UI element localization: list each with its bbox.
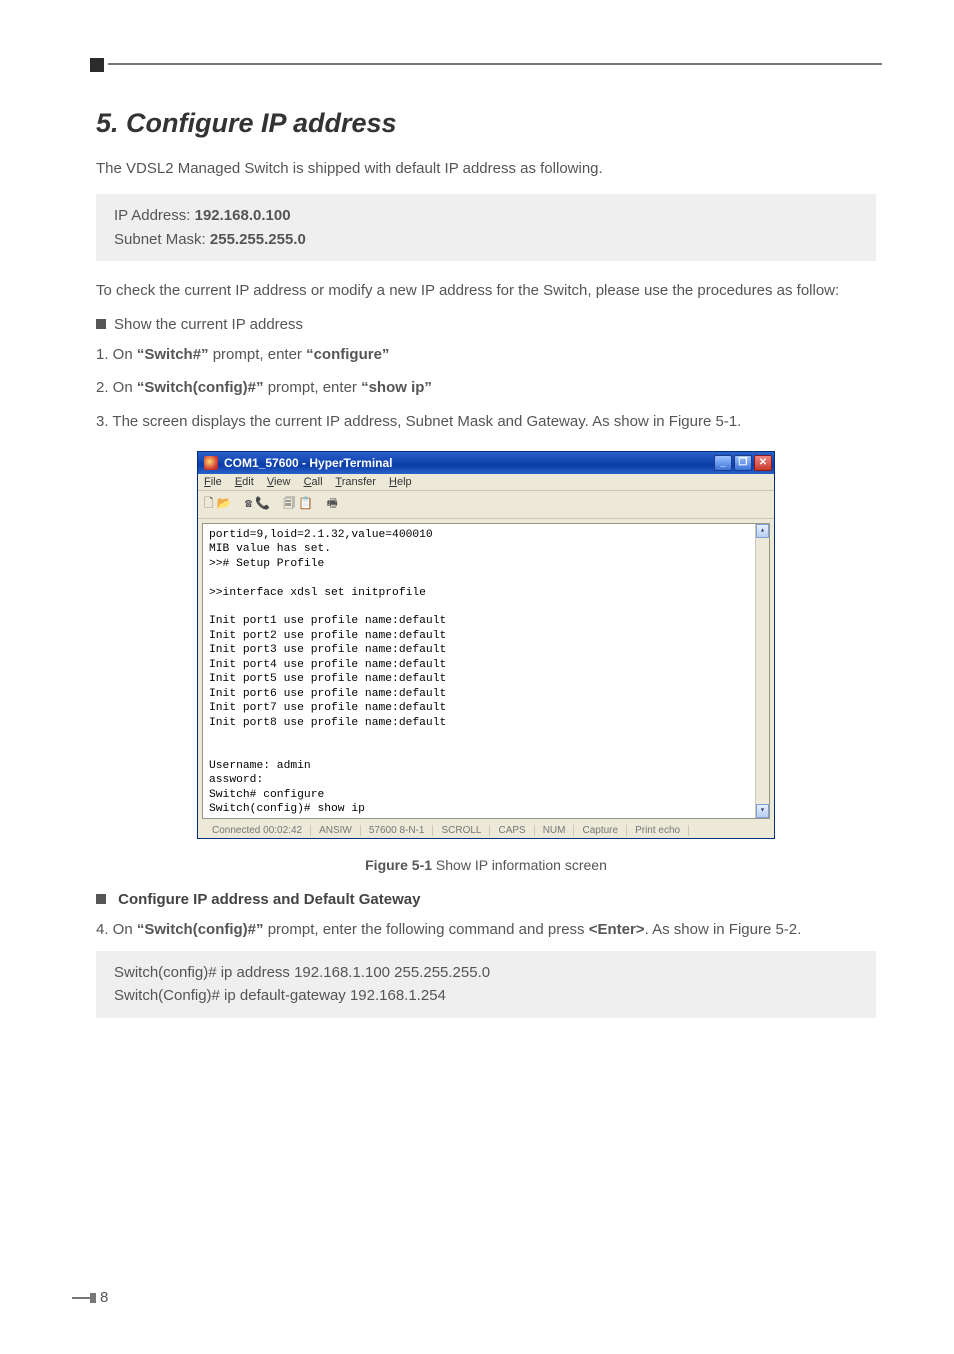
minimize-button[interactable]: _ [714, 455, 732, 471]
subheading-text: Configure IP address and Default Gateway [114, 891, 420, 908]
scroll-up-icon[interactable]: ▴ [756, 524, 769, 538]
figure-caption: Figure 5-1 Show IP information screen [96, 857, 876, 873]
mask-value: 255.255.255.0 [210, 231, 306, 248]
menu-transfer[interactable]: Transfer [335, 476, 376, 488]
intro-paragraph: The VDSL2 Managed Switch is shipped with… [96, 157, 876, 180]
step-2-cmd: “show ip” [361, 379, 432, 396]
ip-label: IP Address: [114, 207, 190, 224]
step-2-pre: 2. On [96, 379, 137, 396]
status-num: NUM [535, 825, 575, 836]
subheading-configure: Configure IP address and Default Gateway [96, 891, 876, 908]
step-4-prompt: “Switch(config)#” [137, 921, 264, 938]
status-capture: Capture [574, 825, 627, 836]
window-titlebar: COM1_57600 - HyperTerminal _ ❐ ✕ [198, 452, 774, 474]
app-icon [204, 456, 218, 470]
menu-edit[interactable]: Edit [235, 476, 254, 488]
step-4-mid: prompt, enter the following command and … [264, 921, 589, 938]
square-bullet-icon [96, 894, 106, 904]
footer-tick [90, 1293, 96, 1303]
step-1-mid: prompt, enter [209, 346, 307, 363]
step-2: 2. On “Switch(config)#” prompt, enter “s… [96, 376, 876, 399]
ip-value: 192.168.0.100 [195, 207, 291, 224]
window-title: COM1_57600 - HyperTerminal [224, 456, 714, 470]
step-4-tail: . As show in Figure 5-2. [645, 921, 802, 938]
square-bullet-icon [96, 319, 106, 329]
mask-label: Subnet Mask: [114, 231, 206, 248]
menu-bar: File Edit View Call Transfer Help [198, 474, 774, 491]
window-controls: _ ❐ ✕ [714, 455, 772, 471]
step-1: 1. On “Switch#” prompt, enter “configure… [96, 343, 876, 366]
status-caps: CAPS [490, 825, 534, 836]
hyperterminal-window: COM1_57600 - HyperTerminal _ ❐ ✕ File Ed… [197, 451, 775, 839]
figure-caption-text: Show IP information screen [432, 857, 607, 873]
figure-5-1-wrap: COM1_57600 - HyperTerminal _ ❐ ✕ File Ed… [96, 451, 876, 873]
terminal-text: portid=9,loid=2.1.32,value=400010 MIB va… [209, 529, 446, 819]
step-2-prompt: “Switch(config)#” [137, 379, 264, 396]
step-1-cmd: “configure” [306, 346, 389, 363]
figure-caption-label: Figure 5-1 [365, 857, 432, 873]
status-baud: 57600 8-N-1 [361, 825, 434, 836]
terminal-output: portid=9,loid=2.1.32,value=400010 MIB va… [202, 523, 770, 819]
header-square-marker [90, 58, 104, 72]
bullet-show-text: Show the current IP address [114, 316, 303, 333]
status-scroll: SCROLL [433, 825, 490, 836]
maximize-button[interactable]: ❐ [734, 455, 752, 471]
status-emu: ANSIW [311, 825, 361, 836]
step-1-pre: 1. On [96, 346, 137, 363]
step-2-mid: prompt, enter [264, 379, 362, 396]
instruction-lead: To check the current IP address or modif… [96, 279, 876, 302]
defaults-box: IP Address: 192.168.0.100 Subnet Mask: 2… [96, 194, 876, 261]
scrollbar[interactable]: ▴▾ [755, 524, 769, 818]
status-printecho: Print echo [627, 825, 689, 836]
cmd-line-2: Switch(Config)# ip default-gateway 192.1… [114, 987, 446, 1004]
step-1-prompt: “Switch#” [137, 346, 209, 363]
step-4: 4. On “Switch(config)#” prompt, enter th… [96, 918, 876, 941]
bullet-show-ip: Show the current IP address [96, 316, 876, 333]
status-bar: Connected 00:02:42 ANSIW 57600 8-N-1 SCR… [198, 823, 774, 838]
step-4-pre: 4. On [96, 921, 137, 938]
page-number: 8 [100, 1289, 108, 1306]
cmd-line-1: Switch(config)# ip address 192.168.1.100… [114, 964, 490, 981]
scroll-down-icon[interactable]: ▾ [756, 804, 769, 818]
menu-file[interactable]: File [204, 476, 222, 488]
page-content: 5. Configure IP address The VDSL2 Manage… [96, 108, 876, 1284]
toolbar: 🗋📂 ☎📞 🗐📋 🖷 [198, 491, 774, 519]
command-box: Switch(config)# ip address 192.168.1.100… [96, 951, 876, 1018]
menu-call[interactable]: Call [304, 476, 323, 488]
status-connected: Connected 00:02:42 [204, 825, 311, 836]
menu-view[interactable]: View [267, 476, 291, 488]
section-heading: 5. Configure IP address [96, 108, 876, 139]
menu-help[interactable]: Help [389, 476, 412, 488]
step-4-enter: <Enter> [589, 921, 645, 938]
step-3: 3. The screen displays the current IP ad… [96, 410, 876, 433]
close-button[interactable]: ✕ [754, 455, 772, 471]
header-rule [108, 63, 882, 65]
